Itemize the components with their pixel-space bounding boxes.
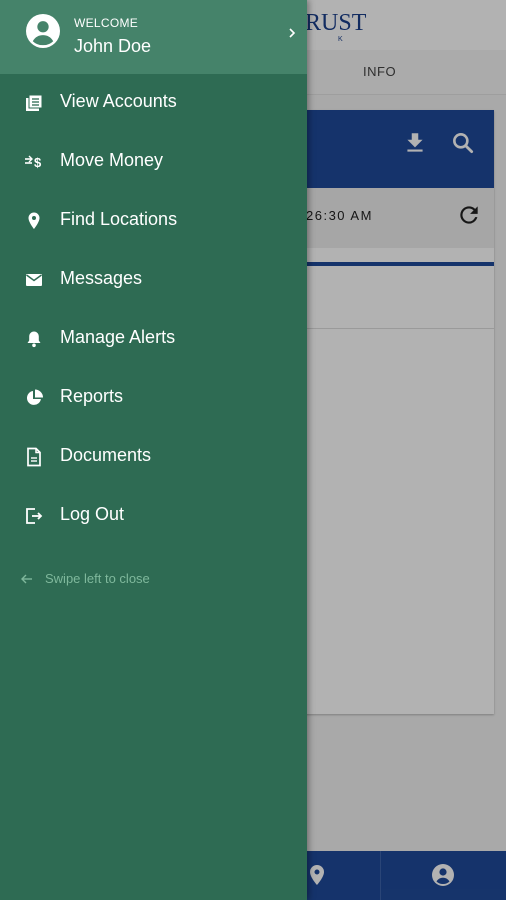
menu-label-move-money: Move Money <box>60 150 164 170</box>
swipe-hint-text: Swipe left to close <box>45 571 150 586</box>
menu-label-log-out: Log Out <box>60 504 125 524</box>
menu-item-reports[interactable]: Reports <box>0 369 307 427</box>
accounts-icon <box>26 94 43 111</box>
menu-item-find-locations[interactable]: Find Locations <box>0 192 307 250</box>
document-icon <box>27 447 41 467</box>
bell-icon <box>27 331 41 348</box>
menu-label-view-accounts: View Accounts <box>60 91 177 111</box>
menu-label-reports: Reports <box>60 386 124 406</box>
menu-item-log-out[interactable]: Log Out <box>0 487 307 545</box>
user-name: John Doe <box>74 36 152 56</box>
drawer-profile-header[interactable]: WELCOME John Doe <box>0 0 307 74</box>
menu-label-manage-alerts: Manage Alerts <box>60 327 176 347</box>
move-money-icon: $ <box>25 155 42 170</box>
mail-icon <box>26 274 42 286</box>
menu-item-manage-alerts[interactable]: Manage Alerts <box>0 310 307 368</box>
menu-item-view-accounts[interactable]: View Accounts <box>0 74 307 132</box>
menu-label-documents: Documents <box>60 445 152 465</box>
svg-text:$: $ <box>34 155 42 170</box>
chevron-right-icon[interactable] <box>286 26 298 40</box>
welcome-label: WELCOME <box>74 16 139 30</box>
location-pin-icon <box>28 212 40 229</box>
menu-item-documents[interactable]: Documents <box>0 428 307 486</box>
menu-label-messages: Messages <box>60 268 143 288</box>
menu-item-move-money[interactable]: $ Move Money <box>0 133 307 191</box>
navigation-drawer: WELCOME John Doe View Accounts $ Move Mo… <box>0 0 307 900</box>
logout-icon <box>26 508 43 524</box>
arrow-left-icon <box>21 574 32 584</box>
menu-label-find-locations: Find Locations <box>60 209 178 229</box>
user-avatar-icon <box>26 14 60 48</box>
menu-item-messages[interactable]: Messages <box>0 251 307 309</box>
pie-chart-icon <box>26 389 43 405</box>
